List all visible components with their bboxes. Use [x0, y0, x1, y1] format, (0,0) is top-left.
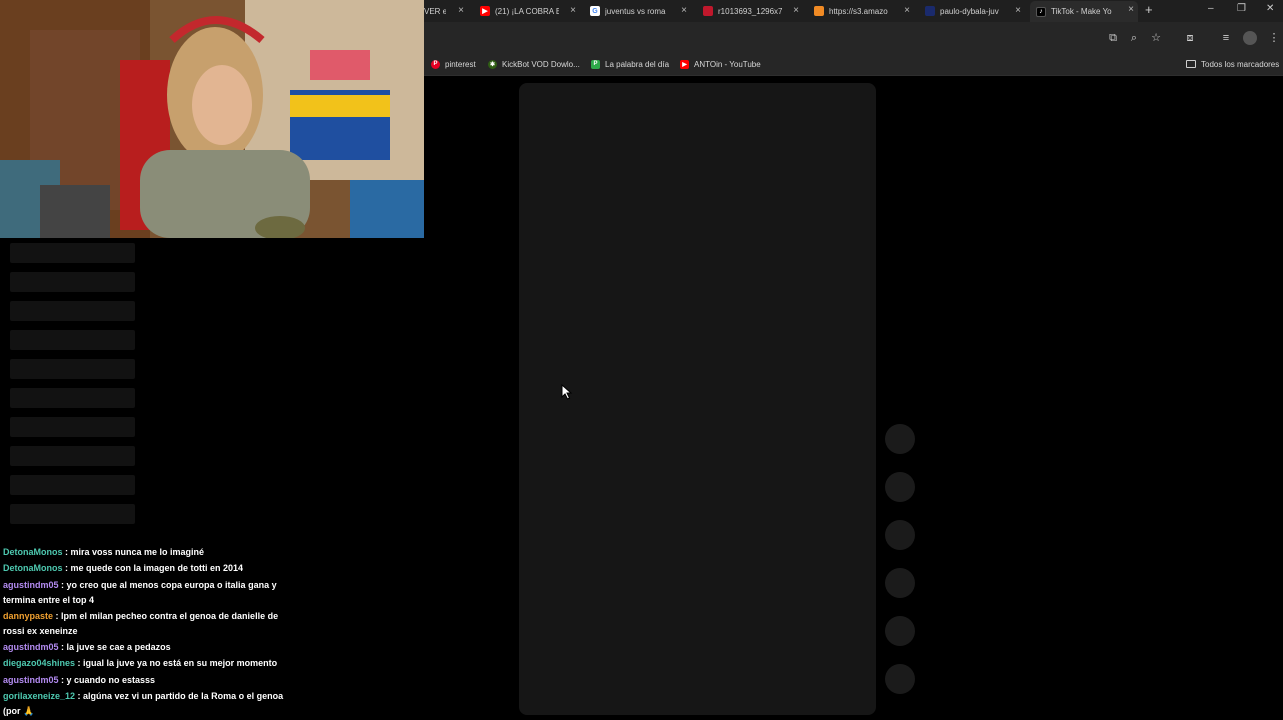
bookmark-star-icon[interactable]: ☆	[1150, 32, 1162, 44]
install-app-icon[interactable]: ⧉	[1107, 32, 1119, 44]
comment-button-placeholder[interactable]	[885, 472, 915, 502]
chat-text: me quede con la imagen de totti en 2014	[70, 563, 244, 573]
chat-text: igual la juve ya no está en su mejor mom…	[83, 658, 278, 668]
chat-placeholder-bar	[10, 388, 135, 408]
mouse-cursor-icon	[561, 384, 573, 400]
tiktok-favicon-icon: ♪	[1036, 6, 1046, 17]
tab-tiktok-active[interactable]: ♪ TikTok - Make Yo ×	[1030, 1, 1138, 22]
palabra-icon: P	[591, 59, 600, 69]
zoom-icon[interactable]: ⌕	[1128, 32, 1140, 44]
tab-6[interactable]: paulo-dybala-juv ×	[919, 2, 1025, 20]
bookmark-label: La palabra del día	[605, 59, 670, 69]
tab-close-icon[interactable]: ×	[458, 5, 464, 16]
pinterest-icon: P	[431, 59, 440, 69]
chat-placeholder-bar	[10, 301, 135, 321]
new-tab-button[interactable]: +	[1145, 2, 1153, 17]
action-button-placeholder[interactable]	[885, 616, 915, 646]
media-controls-icon[interactable]: ≡	[1220, 32, 1232, 44]
close-window-button[interactable]: ✕	[1266, 3, 1274, 14]
chat-placeholder-bar	[10, 330, 135, 350]
tab-2[interactable]: ▶ (21) ¡LA COBRA E ×	[474, 2, 580, 20]
tab-close-icon[interactable]: ×	[1015, 5, 1021, 16]
chat-message: agustindm05 : y cuando no estasss	[3, 675, 156, 685]
tab-title: (21) ¡LA COBRA E	[495, 6, 559, 16]
tab-title: juventus vs roma	[605, 6, 666, 16]
chat-username: diegazo04shines	[3, 658, 76, 668]
chat-username: DetonaMonos	[3, 547, 63, 557]
chat-text: mira voss nunca me lo imaginé	[70, 547, 205, 557]
tab-title: VER en	[424, 6, 446, 16]
webcam-image	[0, 0, 424, 238]
chat-placeholder-bar	[10, 359, 135, 379]
profile-avatar-icon[interactable]	[1243, 31, 1257, 45]
menu-kebab-icon[interactable]: ⋮	[1268, 32, 1280, 44]
chat-message: dannypaste : lpm el milan pecheo contra …	[3, 611, 279, 636]
chat-username: agustindm05	[3, 642, 59, 652]
chat-placeholder-bar	[10, 475, 135, 495]
save-button-placeholder[interactable]	[885, 520, 915, 550]
tab-5[interactable]: https://s3.amazo ×	[808, 2, 914, 20]
like-button-placeholder[interactable]	[885, 424, 915, 454]
chat-text: y cuando no estasss	[66, 675, 156, 685]
chat-placeholder-bar	[10, 446, 135, 466]
share-button-placeholder[interactable]	[885, 568, 915, 598]
tab-4[interactable]: r1013693_1296x7 ×	[697, 2, 803, 20]
tab-title: paulo-dybala-juv	[940, 6, 999, 16]
bookmark-label: KickBot VOD Dowlo...	[502, 59, 580, 69]
folder-icon	[1186, 60, 1196, 68]
chat-message: agustindm05 : la juve se cae a pedazos	[3, 642, 171, 652]
extensions-icon[interactable]: ⧈	[1184, 32, 1196, 44]
tab-title: r1013693_1296x7	[718, 6, 782, 16]
chat-message: diegazo04shines : igual la juve ya no es…	[3, 658, 278, 668]
minimize-button[interactable]: –	[1208, 3, 1214, 14]
all-bookmarks-folder[interactable]: Todos los marcadores	[1186, 58, 1279, 70]
chat-placeholder-bar	[10, 243, 135, 263]
webcam-feed	[0, 0, 424, 238]
chat-placeholder-bar	[10, 272, 135, 292]
tab-title: https://s3.amazo	[829, 6, 888, 16]
chat-message: agustindm05 : yo creo que al menos copa …	[3, 580, 277, 605]
bookmark-label: pinterest	[445, 59, 476, 69]
restore-button[interactable]: ❐	[1237, 3, 1246, 14]
chat-placeholder-bar	[10, 417, 135, 437]
tab-close-icon[interactable]: ×	[681, 5, 687, 16]
chat-username: agustindm05	[3, 580, 59, 590]
youtube-icon: ▶	[680, 59, 689, 69]
tab-close-icon[interactable]: ×	[1128, 4, 1134, 15]
amazon-s3-favicon-icon	[814, 6, 824, 16]
bookmark-antoin-youtube[interactable]: ▶ ANTOin - YouTube	[680, 58, 761, 70]
tab-title: TikTok - Make Yo	[1051, 7, 1112, 16]
chat-username: dannypaste	[3, 611, 54, 621]
kickbot-icon: ✱	[488, 59, 497, 69]
chat-message: gorilaxeneize_12 : algúna vez vi un part…	[3, 691, 284, 716]
bookmark-kickbot[interactable]: ✱ KickBot VOD Dowlo...	[488, 58, 580, 70]
bookmark-palabra-del-dia[interactable]: P La palabra del día	[591, 58, 669, 70]
chat-placeholder-bar	[10, 504, 135, 524]
chat-message: DetonaMonos : me quede con la imagen de …	[3, 563, 244, 573]
tab-close-icon[interactable]: ×	[904, 5, 910, 16]
tab-3[interactable]: G juventus vs roma ×	[584, 2, 691, 20]
tab-close-icon[interactable]: ×	[570, 5, 576, 16]
chat-message: DetonaMonos : mira voss nunca me lo imag…	[3, 547, 205, 557]
bookmark-label: ANTOin - YouTube	[694, 59, 761, 69]
chat-text: la juve se cae a pedazos	[66, 642, 171, 652]
youtube-favicon-icon: ▶	[480, 6, 490, 16]
site-favicon-icon	[925, 6, 935, 16]
chat-username: gorilaxeneize_12	[3, 691, 76, 701]
bookmark-label: Todos los marcadores	[1201, 59, 1280, 69]
action-button-placeholder[interactable]	[885, 664, 915, 694]
chat-username: agustindm05	[3, 675, 59, 685]
tab-1[interactable]: VER en ×	[424, 2, 468, 20]
bookmark-pinterest[interactable]: P pinterest	[431, 58, 476, 70]
image-favicon-icon	[703, 6, 713, 16]
tab-close-icon[interactable]: ×	[793, 5, 799, 16]
chat-username: DetonaMonos	[3, 563, 63, 573]
google-favicon-icon: G	[590, 6, 600, 16]
